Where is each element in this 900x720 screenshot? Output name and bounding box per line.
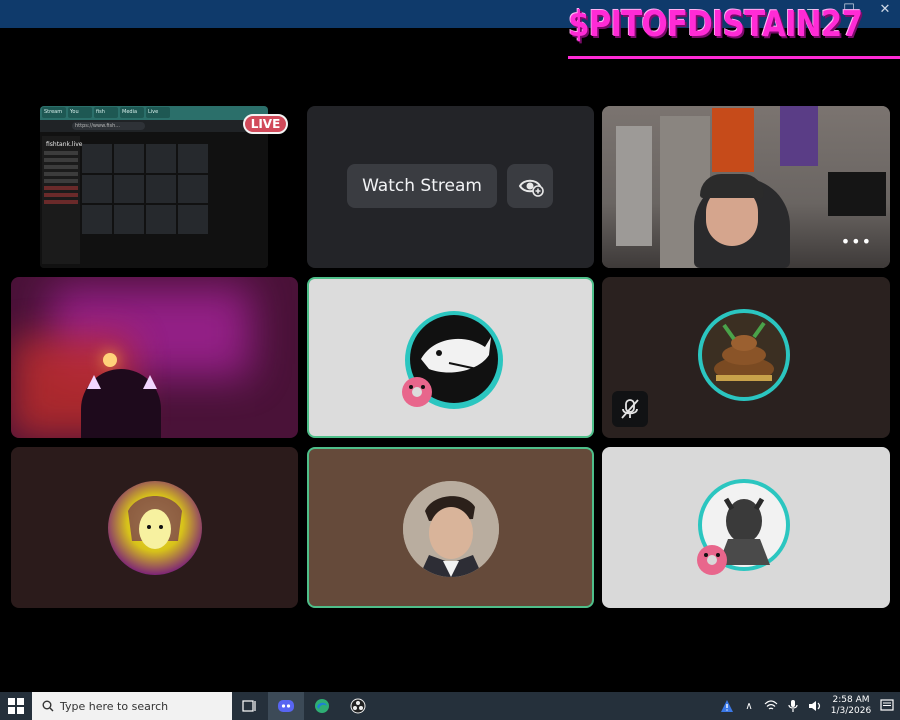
watermark-underline [568,56,900,59]
task-view-icon [242,700,256,712]
participant-tile[interactable] [602,447,890,608]
network-icon[interactable] [764,699,778,713]
windows-taskbar: Type here to search ∧ 2:58 AM 1/3/2026 [0,692,900,720]
url-field[interactable]: https://www.fish... [72,122,145,130]
browser-tab[interactable]: Live [146,107,170,118]
search-placeholder: Type here to search [60,699,169,713]
system-tray: ∧ 2:58 AM 1/3/2026 [720,695,900,717]
cap [700,174,764,198]
clock-date: 1/3/2026 [830,706,872,716]
lamp [103,353,117,367]
start-button[interactable] [0,692,32,720]
donut-badge-icon [402,377,432,407]
eye-plus-icon [518,179,544,197]
poster [712,108,754,172]
curtain [616,126,652,246]
browser-url-bar: https://www.fish... [40,120,268,132]
edge-icon [315,699,329,713]
browser-tab[interactable]: fish [94,107,118,118]
warning-icon[interactable] [720,699,734,713]
taskbar-search[interactable]: Type here to search [32,692,232,720]
browser-tab[interactable]: You [68,107,92,118]
discord-taskbar-button[interactable] [268,692,304,720]
poop-avatar [698,309,790,401]
cat-ear [87,375,101,389]
obs-taskbar-button[interactable] [340,692,376,720]
stream-watermark: $PITOFDISTAIN27 [568,4,863,45]
camera-grid [82,144,208,234]
webcam-tile[interactable]: ••• [602,106,890,268]
task-view-button[interactable] [232,692,268,720]
room-camera-tile[interactable] [11,277,298,438]
screenshare-tile[interactable]: Stream You fish Media Live https://www.f… [40,106,268,268]
browser-tab[interactable]: Media [120,107,144,118]
windows-start-icon [8,698,24,714]
close-icon[interactable]: ✕ [878,3,892,17]
participant-tile[interactable] [307,277,594,438]
stream-preview-tile: Watch Stream [307,106,594,268]
volume-icon[interactable] [808,699,822,713]
search-icon [42,700,54,712]
monitor [828,172,886,216]
donut-badge-icon [697,545,727,575]
muted-indicator [612,391,648,427]
obs-icon [350,698,366,714]
participant-tile[interactable] [602,277,890,438]
clock-time: 2:58 AM [832,695,870,705]
add-viewer-button[interactable] [507,164,553,208]
more-options-icon[interactable]: ••• [841,232,872,251]
notification-icon[interactable] [880,699,894,713]
shared-sidebar: fishtank.live [42,136,83,264]
microphone-icon[interactable] [786,699,800,713]
browser-tab-bar: Stream You fish Media Live [40,106,268,120]
poster [780,106,818,166]
edge-taskbar-button[interactable] [304,692,340,720]
man-avatar [403,481,499,577]
cat-ear [143,375,157,389]
watch-stream-button[interactable]: Watch Stream [347,164,497,208]
site-logo: fishtank.live [46,141,83,148]
participant-tile[interactable] [307,447,594,608]
chevron-up-icon[interactable]: ∧ [742,699,756,713]
participant-tile[interactable] [11,447,298,608]
browser-tab[interactable]: Stream [42,107,66,118]
discord-icon [278,700,294,712]
shared-page: fishtank.live [40,132,268,268]
muted-microphone-icon [621,399,639,419]
taskbar-clock[interactable]: 2:58 AM 1/3/2026 [830,695,872,717]
live-badge: LIVE [243,114,288,134]
anime-avatar [108,481,202,575]
